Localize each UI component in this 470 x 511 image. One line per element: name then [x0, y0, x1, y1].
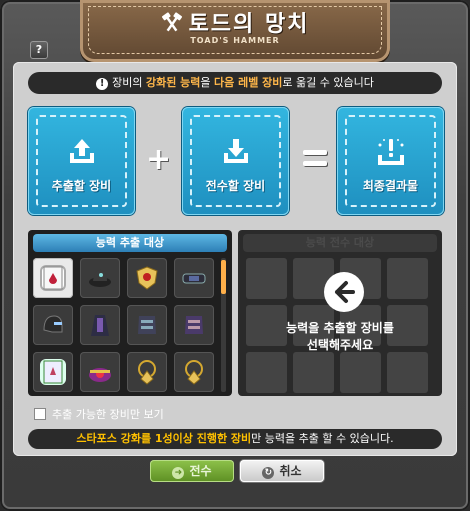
armor-icon [134, 312, 160, 338]
inherit-slot-12 [387, 352, 428, 393]
left-arrow-icon [324, 272, 364, 312]
inherit-list-header: 능력 전수 대상 [243, 234, 437, 252]
upload-icon [28, 137, 135, 167]
warning-post: 만 능력을 추출 할 수 있습니다. [251, 432, 394, 445]
item-slot-6[interactable] [80, 305, 120, 345]
item-slot-3[interactable] [127, 258, 167, 298]
notice-post: 로 옮길 수 있습니다 [282, 76, 374, 89]
inherit-slot-10 [293, 352, 334, 393]
select-item-message: 능력을 추출할 장비를 선택해주세요 [238, 320, 442, 354]
starforce-warning: 스타포스 강화를 1성이상 진행한 장비만 능력을 추출 할 수 있습니다. [28, 429, 442, 449]
info-notice: ! 장비의 강화된 능력을 다음 레벨 장비로 옮길 수 있습니다 [28, 72, 442, 94]
exclamation-icon: ! [96, 78, 109, 90]
gold-shield-icon [134, 265, 160, 291]
sparkle-result-icon [337, 137, 444, 167]
item-slot-5[interactable] [33, 305, 73, 345]
inherit-slot-11 [340, 352, 381, 393]
bracer-icon [181, 265, 207, 291]
crossed-hammers-icon [161, 12, 183, 37]
item-slot-4[interactable] [174, 258, 214, 298]
notice-highlight-2: 다음 레벨 장비 [214, 76, 283, 89]
download-icon [182, 137, 289, 167]
jewel-hat-icon [87, 359, 113, 385]
black-hat-icon [87, 265, 113, 291]
item-slot-7[interactable] [127, 305, 167, 345]
notice-mid: 을 [200, 76, 215, 89]
gold-pendant-icon [181, 359, 207, 385]
help-button[interactable]: ? [30, 41, 48, 59]
title-banner: 토드의 망치 TOAD'S HAMMER [80, 0, 390, 62]
window-title-text: 토드의 망치 [188, 12, 310, 37]
extractable-only-checkbox[interactable] [34, 408, 46, 420]
equals-sign [303, 150, 327, 172]
extract-slot-label: 추출할 장비 [51, 179, 112, 193]
purple-armor-icon [181, 312, 207, 338]
confirm-button[interactable]: ➜ 전수 [150, 460, 234, 482]
item-slot-12[interactable] [174, 352, 214, 392]
select-item-message-line1: 능력을 추출할 장비를 [286, 321, 394, 335]
green-scroll-icon [40, 359, 66, 385]
inherit-slot-9 [246, 352, 287, 393]
extract-slot-button[interactable]: 추출할 장비 [28, 107, 135, 215]
inherit-slot-4 [387, 258, 428, 299]
inherit-slot-label: 전수할 장비 [205, 179, 266, 193]
result-slot: 최종결과물 [337, 107, 444, 215]
black-helmet-icon [40, 312, 66, 338]
scroll-icon [40, 265, 66, 291]
inherit-slot-1 [246, 258, 287, 299]
extractable-only-label[interactable]: 추출 가능한 장비만 보기 [52, 406, 164, 422]
cancel-button-label: 취소 [279, 464, 302, 478]
item-slot-10[interactable] [80, 352, 120, 392]
notice-pre: 장비의 [112, 76, 146, 89]
refresh-icon: ↻ [262, 467, 275, 479]
arrow-right-icon: ➜ [172, 467, 185, 479]
confirm-button-label: 전수 [189, 464, 212, 478]
gold-pendant-icon [134, 359, 160, 385]
item-slot-11[interactable] [127, 352, 167, 392]
item-list-scrollbar[interactable] [221, 258, 226, 392]
item-slot-1[interactable] [33, 258, 73, 298]
window-subtitle: TOAD'S HAMMER [190, 36, 280, 45]
item-slot-9[interactable] [33, 352, 73, 392]
plus-sign: + [146, 142, 172, 177]
cancel-button[interactable]: ↻ 취소 [240, 460, 324, 482]
inherit-slot-button[interactable]: 전수할 장비 [182, 107, 289, 215]
scrollbar-thumb[interactable] [221, 260, 226, 294]
notice-highlight-1: 강화된 능력 [145, 76, 201, 89]
window-title: 토드의 망치 [80, 6, 390, 38]
select-item-message-line2: 선택해주세요 [306, 338, 374, 352]
warning-highlight: 스타포스 강화를 1성이상 진행한 장비 [76, 432, 252, 445]
robe-icon [87, 312, 113, 338]
extract-list-header: 능력 추출 대상 [33, 234, 227, 252]
item-slot-2[interactable] [80, 258, 120, 298]
result-slot-label: 최종결과물 [362, 179, 419, 193]
item-slot-8[interactable] [174, 305, 214, 345]
